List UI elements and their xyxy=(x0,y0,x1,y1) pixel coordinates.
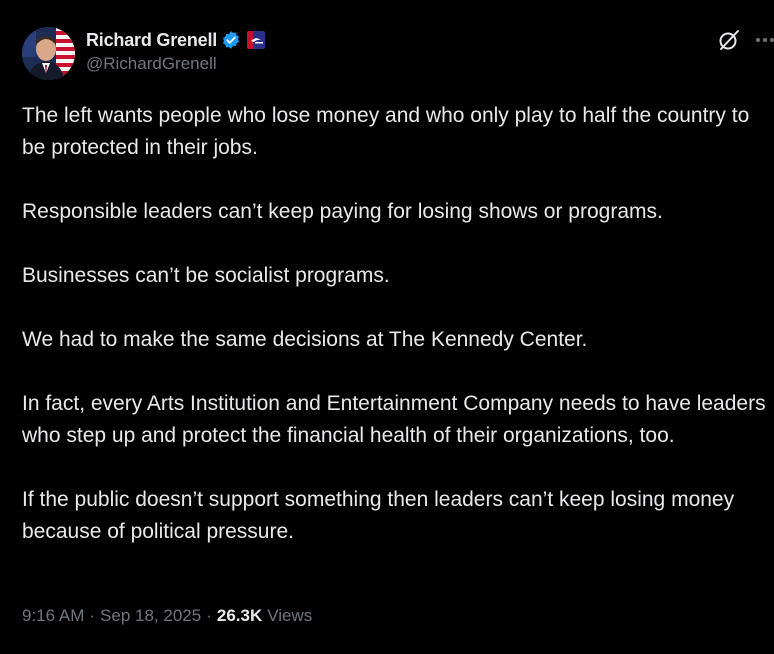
tweet-date[interactable]: Sep 18, 2025 xyxy=(100,606,201,626)
meta-separator: · xyxy=(206,606,212,625)
views-count: 26.3K xyxy=(216,606,263,625)
organization-badge-icon[interactable] xyxy=(247,31,266,49)
tweet-paragraph: If the public doesn’t support something … xyxy=(22,488,740,543)
handle[interactable]: @RichardGrenell xyxy=(86,54,265,74)
display-name[interactable]: Richard Grenell xyxy=(86,30,217,51)
views-label: Views xyxy=(267,606,313,625)
tweet-meta: 9:16 AM · Sep 18, 2025 · 26.3K Views xyxy=(22,606,312,626)
tweet-paragraph: Responsible leaders can’t keep paying fo… xyxy=(22,200,663,223)
more-icon[interactable] xyxy=(752,28,774,52)
tweet-paragraph: We had to make the same decisions at The… xyxy=(22,328,588,351)
grok-icon[interactable] xyxy=(717,28,741,52)
avatar[interactable] xyxy=(22,27,75,80)
author-block[interactable]: Richard Grenell @RichardGrenell xyxy=(86,27,266,74)
tweet-paragraph: In fact, every Arts Institution and Ente… xyxy=(22,392,772,447)
tweet-text: The left wants people who lose money and… xyxy=(22,100,774,548)
verified-badge-icon[interactable] xyxy=(221,30,241,50)
meta-separator: · xyxy=(89,606,96,625)
tweet-paragraph: Businesses can’t be socialist programs. xyxy=(22,264,390,287)
avatar-photo xyxy=(22,27,75,80)
name-row: Richard Grenell xyxy=(86,27,266,53)
tweet: Richard Grenell @RichardGrenell The left… xyxy=(0,0,774,654)
tweet-time[interactable]: 9:16 AM xyxy=(22,606,84,626)
tweet-paragraph: The left wants people who lose money and… xyxy=(22,104,756,159)
